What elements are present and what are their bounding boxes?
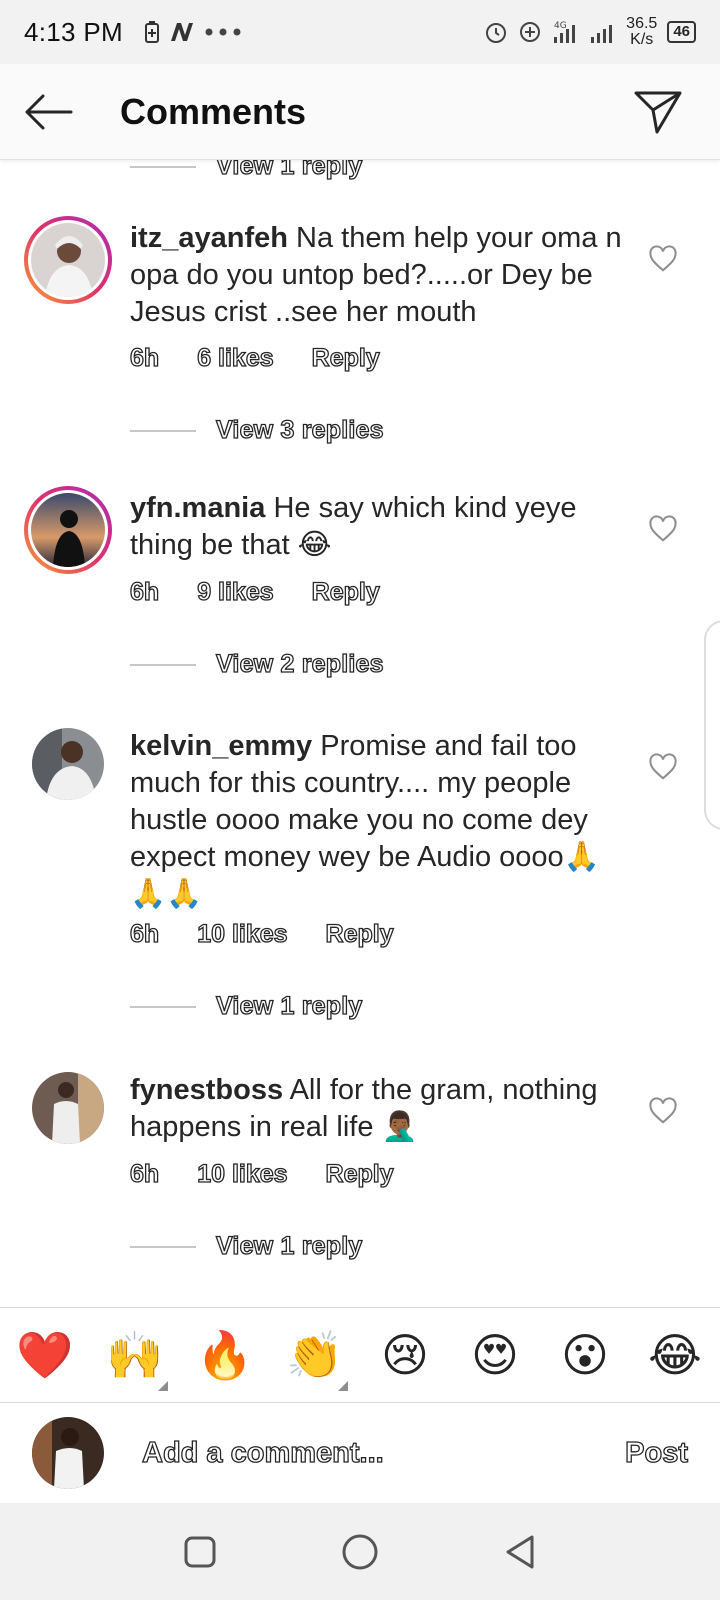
avatar[interactable] xyxy=(32,1072,104,1144)
more-dots-icon xyxy=(205,28,241,36)
reply-divider-line xyxy=(130,429,196,432)
back-button[interactable] xyxy=(18,82,78,142)
comment-meta: 6h 6 likes Reply xyxy=(129,343,380,373)
reply-button[interactable]: Reply xyxy=(311,343,380,373)
emoji-heart[interactable]: ❤️ xyxy=(10,1328,80,1383)
comment-time: 6h xyxy=(129,919,160,948)
emoji-crying-face[interactable]: 😢 xyxy=(370,1328,440,1382)
view-replies-label: View 3 replies xyxy=(215,415,384,444)
net-speed-unit: K/s xyxy=(630,31,654,48)
reply-button[interactable]: Reply xyxy=(325,919,394,949)
edge-panel-handle[interactable] xyxy=(704,620,720,830)
view-replies-toggle[interactable]: View 3 replies xyxy=(130,415,384,445)
emoji-surprised-face[interactable]: 😮 xyxy=(550,1328,620,1382)
comment-likes[interactable]: 6 likes xyxy=(197,343,275,373)
notification-n-icon xyxy=(170,23,193,41)
comments-list[interactable]: View 1 reply itz_ayanfeh Na them help yo… xyxy=(0,160,720,1307)
emoji-fire[interactable]: 🔥 xyxy=(190,1328,260,1383)
comment-time: 6h xyxy=(129,343,160,372)
network-type: 4G xyxy=(554,21,567,31)
reply-divider-line xyxy=(130,165,196,168)
net-speed: 36.5 K/s xyxy=(626,16,657,48)
back-triangle-icon xyxy=(506,1535,534,1568)
signal-bars-icon xyxy=(591,25,613,43)
comment-username[interactable]: itz_ayanfeh xyxy=(130,222,288,254)
comment-time: 6h xyxy=(129,577,160,606)
heart-outline-icon[interactable] xyxy=(648,244,678,274)
view-replies-toggle[interactable]: View 1 reply xyxy=(130,1231,363,1261)
comment-likes[interactable]: 9 likes xyxy=(197,577,275,607)
reply-button[interactable]: Reply xyxy=(325,1159,394,1189)
emoji-quick-bar: ❤️ 🙌 🔥 👏 😢 😍 😮 😂 xyxy=(0,1307,720,1403)
reply-divider-line xyxy=(130,663,196,666)
comment-username[interactable]: yfn.mania xyxy=(130,492,265,524)
avatar xyxy=(31,223,105,297)
current-user-avatar xyxy=(32,1417,104,1489)
heart-outline-icon[interactable] xyxy=(648,752,678,782)
system-nav-bar xyxy=(0,1503,720,1600)
data-saver-icon xyxy=(520,22,541,42)
view-replies-toggle[interactable]: View 1 reply xyxy=(130,160,363,181)
avatar-story-ring[interactable] xyxy=(24,486,112,574)
view-replies-label: View 2 replies xyxy=(215,649,384,678)
reply-divider-line xyxy=(130,1245,196,1248)
status-right-icons: 4G 36.5 K/s 46 xyxy=(484,16,696,48)
avatar[interactable] xyxy=(32,728,104,800)
comment-meta: 6h 10 likes Reply xyxy=(129,1159,394,1189)
header: Comments xyxy=(0,64,720,160)
skin-tone-corner-icon xyxy=(338,1380,348,1391)
home-circle-icon xyxy=(342,1534,378,1569)
view-replies-label: View 1 reply xyxy=(215,1231,363,1260)
view-replies-label: View 1 reply xyxy=(215,160,363,181)
comment-username[interactable]: fynestboss xyxy=(130,1074,283,1106)
heart-outline-icon[interactable] xyxy=(648,514,678,544)
comment-input-bar: Add a comment... Post xyxy=(0,1403,720,1503)
recents-square-icon xyxy=(184,1536,216,1567)
view-replies-toggle[interactable]: View 1 reply xyxy=(130,991,363,1021)
comment-body: itz_ayanfeh Na them help your oma n opa … xyxy=(130,220,630,331)
status-time: 4:13 PM xyxy=(24,16,123,47)
net-speed-value: 36.5 xyxy=(626,15,658,32)
comment-username[interactable]: kelvin_emmy xyxy=(130,730,312,762)
emoji-raising-hands-glyph: 🙌 xyxy=(106,1327,164,1382)
comment-time: 6h xyxy=(129,1159,160,1188)
comment-body: yfn.mania He say which kind yeye thing b… xyxy=(130,490,630,564)
comment-likes[interactable]: 10 likes xyxy=(197,1159,289,1189)
skin-tone-corner-icon xyxy=(158,1380,168,1391)
comment-body: kelvin_emmy Promise and fail too much fo… xyxy=(130,728,630,913)
reply-divider-line xyxy=(130,1005,196,1008)
heart-outline-icon[interactable] xyxy=(648,1096,678,1126)
comment-body: fynestboss All for the gram, nothing hap… xyxy=(130,1072,630,1146)
page-title: Comments xyxy=(120,90,307,132)
add-comment-input[interactable]: Add a comment... xyxy=(141,1436,384,1470)
signal-4g-icon: 4G xyxy=(554,21,576,43)
comment-meta: 6h 10 likes Reply xyxy=(129,919,394,949)
battery-saver-icon xyxy=(144,21,159,43)
comment-meta: 6h 9 likes Reply xyxy=(129,577,380,607)
avatar xyxy=(31,493,105,567)
emoji-clapping-hands[interactable]: 👏 xyxy=(280,1327,350,1391)
post-button[interactable]: Post xyxy=(625,1436,689,1470)
emoji-laughing-face[interactable]: 😂 xyxy=(640,1328,710,1382)
emoji-raising-hands[interactable]: 🙌 xyxy=(100,1327,170,1391)
reply-button[interactable]: Reply xyxy=(311,577,380,607)
nav-back-button[interactable] xyxy=(495,1527,545,1577)
status-left-icons xyxy=(144,21,241,43)
emoji-clapping-hands-glyph: 👏 xyxy=(286,1327,344,1382)
share-button[interactable] xyxy=(628,82,688,142)
arrow-left-icon xyxy=(25,94,73,129)
recents-button[interactable] xyxy=(175,1527,225,1577)
alarm-icon xyxy=(486,23,507,43)
emoji-heart-eyes[interactable]: 😍 xyxy=(460,1328,530,1382)
battery-indicator: 46 xyxy=(667,21,696,43)
comment-likes[interactable]: 10 likes xyxy=(197,919,289,949)
home-button[interactable] xyxy=(335,1527,385,1577)
view-replies-toggle[interactable]: View 2 replies xyxy=(130,649,384,679)
status-bar: 4:13 PM 4G 36.5 K/s 46 xyxy=(0,0,720,64)
paper-plane-icon xyxy=(634,91,682,133)
view-replies-label: View 1 reply xyxy=(215,991,363,1020)
avatar-story-ring[interactable] xyxy=(24,216,112,304)
